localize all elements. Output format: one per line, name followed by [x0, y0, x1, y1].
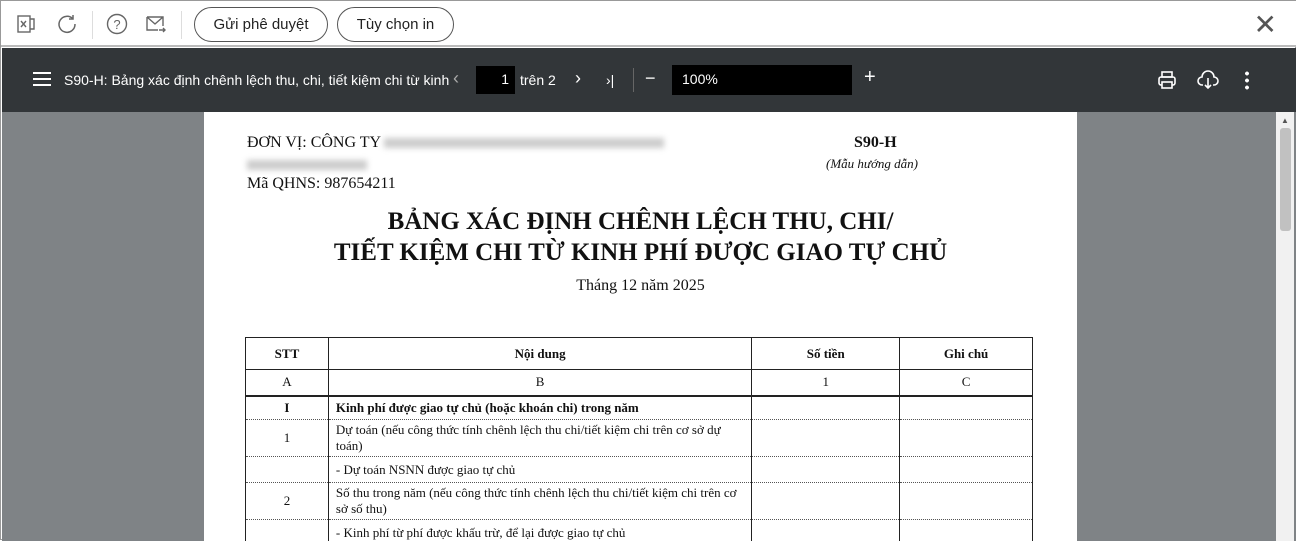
note-cell: [900, 420, 1033, 457]
table-row: - Kinh phí từ phí được khấu trừ, để lại …: [246, 520, 1033, 541]
header-note: Ghi chú: [900, 338, 1033, 370]
stt-cell: [246, 457, 329, 483]
title-line-2: TIẾT KIỆM CHI TỪ KINH PHÍ ĐƯỢC GIAO TỰ C…: [204, 237, 1077, 268]
print-options-button[interactable]: Tùy chọn in: [337, 7, 454, 42]
amount-cell: [752, 520, 900, 541]
table-header-row: STT Nội dung Số tiền Ghi chú: [246, 338, 1033, 370]
code-cell: B: [328, 370, 751, 396]
code-cell: A: [246, 370, 329, 396]
download-icon[interactable]: [1197, 69, 1219, 96]
table-row: I Kinh phí được giao tự chủ (hoặc khoán …: [246, 396, 1033, 420]
divider: [92, 11, 93, 39]
zoom-in-icon[interactable]: +: [864, 66, 876, 89]
content-cell: Dự toán (nếu công thức tính chênh lệch t…: [328, 420, 751, 457]
table-row: 1 Dự toán (nếu công thức tính chênh lệch…: [246, 420, 1033, 457]
excel-icon[interactable]: [14, 12, 38, 36]
amount-cell: [752, 396, 900, 420]
stt-cell: I: [246, 396, 329, 420]
page-number-input[interactable]: 1: [476, 66, 515, 94]
table-row: 2 Số thu trong năm (nếu công thức tính c…: [246, 483, 1033, 520]
unit-label: ĐƠN VỊ: CÔNG TY: [247, 134, 664, 152]
vertical-scrollbar[interactable]: ▲: [1276, 112, 1294, 541]
document-title: S90-H: Bảng xác định chênh lệch thu, chi…: [64, 72, 449, 88]
header-stt: STT: [246, 338, 329, 370]
send-approval-button[interactable]: Gửi phê duyệt: [194, 7, 328, 42]
header-amount: Số tiền: [752, 338, 900, 370]
svg-text:?: ?: [113, 17, 120, 32]
more-options-icon[interactable]: [1245, 70, 1249, 90]
document-title-heading: BẢNG XÁC ĐỊNH CHÊNH LỆCH THU, CHI/TIẾT K…: [204, 206, 1077, 268]
amount-cell: [752, 457, 900, 483]
last-page-icon[interactable]: ›|: [606, 72, 614, 88]
zoom-input[interactable]: 100%: [672, 65, 852, 95]
form-note: (Mẫu hướng dẫn): [826, 156, 918, 172]
send-mail-icon[interactable]: [144, 12, 168, 36]
scrollbar-thumb[interactable]: [1280, 128, 1291, 231]
divider: [181, 11, 182, 39]
content-cell: - Kinh phí từ phí được khấu trừ, để lại …: [328, 520, 751, 541]
document-page: ĐƠN VỊ: CÔNG TY Mã QHNS: 987654211 S90-H…: [204, 112, 1077, 541]
report-period: Tháng 12 năm 2025: [204, 277, 1077, 295]
menu-icon[interactable]: [33, 72, 51, 86]
note-cell: [900, 520, 1033, 541]
amount-cell: [752, 420, 900, 457]
stt-cell: 2: [246, 483, 329, 520]
form-code: S90-H: [854, 134, 897, 152]
content-cell: Số thu trong năm (nếu công thức tính chê…: [328, 483, 751, 520]
amount-cell: [752, 483, 900, 520]
report-table: STT Nội dung Số tiền Ghi chú A B 1 C I K…: [245, 337, 1033, 541]
print-icon[interactable]: [1157, 70, 1177, 95]
redacted-company-name: [384, 138, 664, 148]
pdf-viewer-toolbar: S90-H: Bảng xác định chênh lệch thu, chi…: [2, 48, 1296, 112]
help-icon[interactable]: ?: [105, 12, 129, 36]
code-cell: C: [900, 370, 1033, 396]
table-row: - Dự toán NSNN được giao tự chủ: [246, 457, 1033, 483]
content-cell: - Dự toán NSNN được giao tự chủ: [328, 457, 751, 483]
next-page-icon[interactable]: ›: [575, 68, 581, 89]
content-cell: Kinh phí được giao tự chủ (hoặc khoán ch…: [328, 396, 751, 420]
note-cell: [900, 483, 1033, 520]
code-cell: 1: [752, 370, 900, 396]
header-content: Nội dung: [328, 338, 751, 370]
close-icon[interactable]: ✕: [1254, 13, 1277, 37]
prev-page-icon[interactable]: ‹: [453, 68, 459, 89]
title-line-1: BẢNG XÁC ĐỊNH CHÊNH LỆCH THU, CHI/: [204, 206, 1077, 237]
stt-cell: 1: [246, 420, 329, 457]
qhns-code: Mã QHNS: 987654211: [247, 175, 396, 193]
zoom-out-icon[interactable]: −: [645, 68, 656, 89]
stt-cell: [246, 520, 329, 541]
note-cell: [900, 396, 1033, 420]
unit-label-text: ĐƠN VỊ: CÔNG TY: [247, 134, 380, 151]
divider: [633, 68, 634, 92]
refresh-icon[interactable]: [55, 12, 79, 36]
top-toolbar: ? Gửi phê duyệt Tùy chọn in ✕: [1, 1, 1296, 47]
page-total: trên 2: [520, 72, 556, 88]
scroll-up-icon[interactable]: ▲: [1281, 116, 1289, 125]
table-code-row: A B 1 C: [246, 370, 1033, 396]
note-cell: [900, 457, 1033, 483]
redacted-company-name-line2: [247, 156, 367, 174]
